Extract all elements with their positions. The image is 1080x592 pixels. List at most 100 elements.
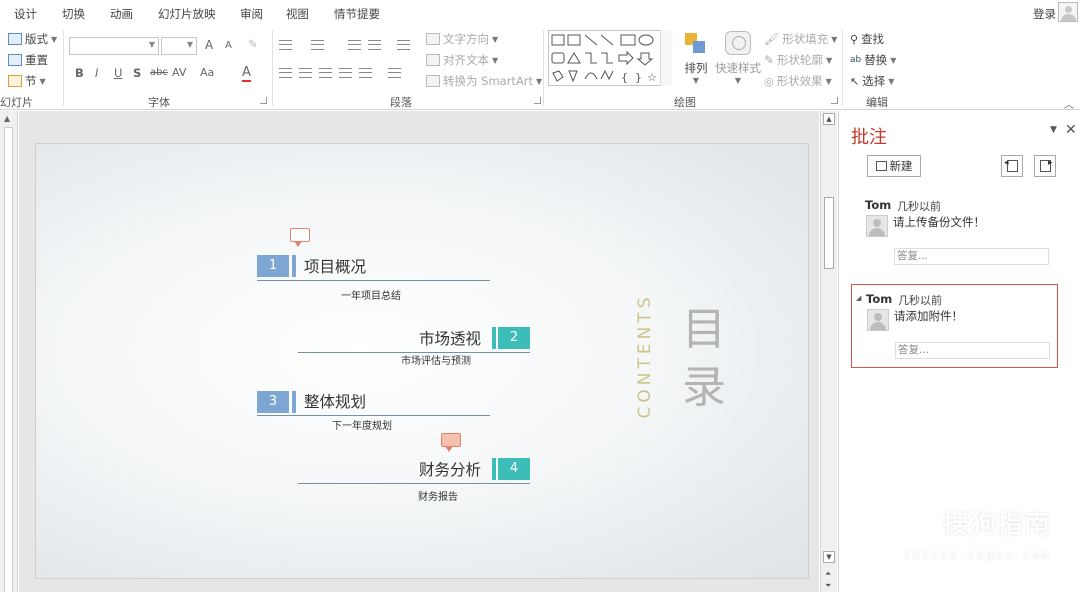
replace-button[interactable]: ab 替换 ▼: [850, 52, 896, 68]
item-title-2[interactable]: 市场透视: [419, 327, 481, 349]
item-subtitle-1[interactable]: 一年项目总结: [341, 287, 401, 302]
drawing-dialog-launcher-icon[interactable]: [831, 97, 838, 104]
reply-field[interactable]: 答复...: [894, 248, 1049, 265]
shape-effects-button[interactable]: ◎ 形状效果 ▼: [764, 73, 832, 89]
font-name-combo[interactable]: ▼: [69, 37, 159, 55]
text-direction-icon: [426, 33, 440, 45]
strikethrough-button[interactable]: abc: [150, 67, 168, 78]
text-direction-button[interactable]: 文字方向 ▼: [426, 31, 498, 47]
section-button[interactable]: 节 ▼: [8, 73, 46, 89]
collapse-ribbon-icon[interactable]: ︿: [1064, 96, 1074, 111]
comment-time: 几秒以前: [897, 200, 941, 213]
next-slide-icon[interactable]: ⏷: [825, 581, 831, 591]
line-spacing-icon[interactable]: [397, 40, 410, 50]
quick-styles-button[interactable]: 快速样式 ▼: [713, 31, 763, 85]
columns-icon[interactable]: [359, 68, 372, 78]
cursor-arrow-icon: ↖: [850, 74, 860, 88]
next-comment-button[interactable]: ▸: [1034, 155, 1056, 177]
grow-font-button[interactable]: A: [205, 38, 213, 52]
char-spacing-button[interactable]: AV: [172, 66, 186, 79]
underline-button[interactable]: U: [114, 66, 122, 80]
tab-transitions[interactable]: 切换: [62, 6, 85, 22]
item-subtitle-3[interactable]: 下一年度规划: [332, 417, 392, 432]
contents-vertical-text[interactable]: CONTENTS: [633, 291, 657, 421]
close-icon[interactable]: ✕: [1065, 122, 1077, 138]
new-comment-button[interactable]: 新建: [867, 155, 921, 177]
font-dialog-launcher-icon[interactable]: [260, 97, 267, 104]
increase-indent-icon[interactable]: [368, 40, 381, 50]
font-size-combo[interactable]: ▼: [161, 37, 197, 55]
scroll-up-arrow-icon[interactable]: ▲: [823, 113, 835, 125]
justify-icon[interactable]: [339, 68, 352, 78]
svg-text:}: }: [635, 71, 642, 84]
previous-comment-button[interactable]: ◂: [1001, 155, 1023, 177]
scroll-up-arrow-icon[interactable]: ▲: [4, 114, 10, 123]
comment-thread-selected[interactable]: ◢ Tom 几秒以前 请添加附件！ 答复...: [851, 284, 1058, 368]
new-comment-icon: [875, 161, 887, 171]
item-title-1[interactable]: 项目概况: [304, 255, 366, 277]
select-button[interactable]: ↖ 选择 ▼: [850, 73, 894, 89]
tab-review[interactable]: 审阅: [240, 6, 263, 22]
align-text-button[interactable]: 对齐文本 ▼: [426, 52, 498, 68]
arrange-button[interactable]: 排列 ▼: [678, 31, 714, 85]
sogou-logo-icon: S: [903, 504, 937, 538]
text-distribute-icon[interactable]: [388, 68, 401, 78]
ribbon-tabs: 设计 切换 动画 幻灯片放映 审阅 视图 情节提要 登录: [0, 0, 1080, 26]
decrease-indent-icon[interactable]: [348, 40, 361, 50]
login-link[interactable]: 登录: [1033, 6, 1056, 22]
tab-design[interactable]: 设计: [14, 6, 37, 22]
align-left-icon[interactable]: [279, 68, 292, 78]
tab-view[interactable]: 视图: [286, 6, 309, 22]
change-case-button[interactable]: Aa: [200, 66, 214, 79]
canvas-scrollbar[interactable]: ▲ ▼ ⏶ ⏷: [820, 111, 837, 592]
bullets-icon[interactable]: [279, 40, 292, 50]
align-right-icon[interactable]: [319, 68, 332, 78]
align-center-icon[interactable]: [299, 68, 312, 78]
user-avatar-icon[interactable]: [1058, 2, 1078, 22]
font-color-button[interactable]: A: [242, 65, 251, 82]
shapes-gallery-scroll[interactable]: [660, 30, 672, 86]
tab-slideshow[interactable]: 幻灯片放映: [158, 6, 216, 22]
paragraph-dialog-launcher-icon[interactable]: [534, 97, 541, 104]
pane-options-icon[interactable]: ▼: [1050, 125, 1057, 135]
item-subtitle-2[interactable]: 市场评估与预测: [401, 352, 471, 367]
heading-char-top[interactable]: 目: [680, 308, 728, 352]
find-button[interactable]: ⚲ 查找: [850, 31, 884, 47]
watermark: S 搜狗指南 zhinan.sogou.com: [903, 504, 1063, 564]
comment-thread[interactable]: Tom 几秒以前 请上传备份文件！ 答复...: [851, 191, 1058, 275]
section-icon: [8, 75, 22, 87]
convert-smartart-button[interactable]: 转换为 SmartArt ▼: [426, 73, 542, 89]
shape-fill-button[interactable]: 🖌 形状填充 ▼: [764, 31, 837, 47]
scroll-thumb[interactable]: [824, 197, 834, 269]
item-accent-bar: [292, 391, 296, 413]
item-accent-bar: [492, 327, 496, 349]
collapse-triangle-icon[interactable]: ◢: [856, 294, 861, 302]
tab-animations[interactable]: 动画: [110, 6, 133, 22]
thumbnail-scroll-track[interactable]: [4, 127, 13, 592]
heading-char-bottom[interactable]: 录: [680, 366, 728, 410]
numbering-icon[interactable]: [311, 40, 324, 50]
item-title-3[interactable]: 整体规划: [304, 390, 366, 412]
shape-outline-button[interactable]: ✎ 形状轮廓 ▼: [764, 52, 832, 68]
italic-button[interactable]: I: [95, 66, 98, 80]
text-shadow-button[interactable]: S: [133, 66, 141, 80]
item-title-4[interactable]: 财务分析: [419, 458, 481, 480]
reply-field[interactable]: 答复...: [895, 342, 1050, 359]
slide[interactable]: 1 项目概况 一年项目总结 市场透视 2 市场评估与预测 3 整体规划 下一年度…: [35, 143, 809, 579]
group-label-editing: 编辑: [866, 96, 888, 109]
previous-slide-icon[interactable]: ⏶: [825, 569, 831, 579]
group-label-paragraph: 段落: [390, 96, 412, 109]
layout-button[interactable]: 版式 ▼: [8, 31, 57, 47]
svg-text:☆: ☆: [647, 71, 657, 84]
shapes-gallery[interactable]: {} ☆: [548, 30, 672, 86]
reset-button[interactable]: 重置: [8, 52, 48, 68]
pen-icon: ✎: [764, 53, 775, 67]
shrink-font-button[interactable]: A: [225, 40, 232, 51]
bold-button[interactable]: B: [75, 66, 84, 80]
comment-marker-icon[interactable]: [290, 228, 310, 247]
item-subtitle-4[interactable]: 财务报告: [418, 488, 458, 503]
clear-format-icon[interactable]: ✎: [248, 37, 258, 51]
comment-marker-icon[interactable]: [441, 433, 461, 452]
tab-storyboarding[interactable]: 情节提要: [334, 6, 380, 22]
scroll-down-arrow-icon[interactable]: ▼: [823, 551, 835, 563]
